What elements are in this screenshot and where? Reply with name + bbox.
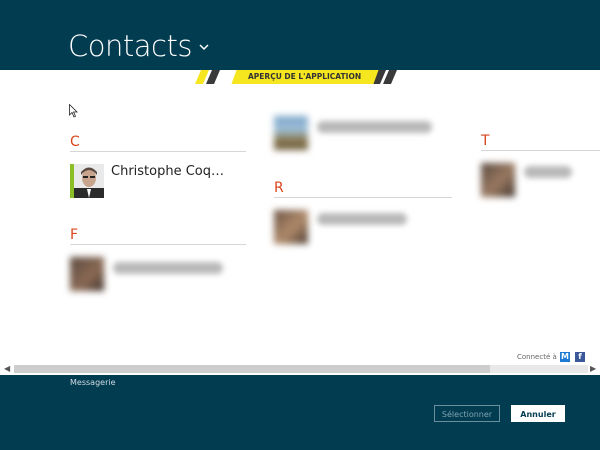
page-title[interactable]: Contacts [68, 28, 192, 64]
avatar [70, 257, 104, 291]
select-button[interactable]: Sélectionner [434, 405, 500, 422]
group-letter-t: T [481, 133, 490, 149]
avatar [274, 116, 308, 150]
contact-name-blurred [524, 166, 572, 178]
scroll-left-arrow-icon[interactable]: ◀ [4, 364, 10, 373]
avatar [274, 210, 308, 244]
contact-tile-christophe[interactable]: Christophe Coq… [70, 164, 246, 200]
contact-name-blurred [317, 213, 407, 225]
group-divider [274, 197, 452, 198]
chevron-down-icon[interactable] [197, 40, 211, 54]
mouse-pointer-icon [69, 104, 78, 118]
contact-name-blurred [317, 121, 432, 133]
group-letter-f: F [70, 227, 79, 243]
group-divider [70, 151, 246, 152]
connected-label: Connecté à [517, 353, 557, 361]
contact-name-blurred [113, 262, 223, 274]
facebook-icon: f [575, 352, 585, 362]
contact-tile-blurred[interactable] [481, 163, 600, 199]
avatar [70, 164, 104, 198]
avatar [481, 163, 515, 197]
group-divider [481, 150, 600, 151]
group-divider [70, 244, 246, 245]
scrollbar-thumb[interactable] [14, 365, 490, 373]
contact-tile-blurred[interactable] [70, 257, 246, 293]
preview-banner-label: APERÇU DE L'APPLICATION [248, 72, 362, 81]
preview-banner: APERÇU DE L'APPLICATION [231, 70, 379, 84]
group-letter-r: R [274, 180, 284, 196]
cancel-button[interactable]: Annuler [511, 405, 565, 422]
scroll-right-arrow-icon[interactable]: ▶ [590, 364, 596, 373]
messenger-icon: M [560, 352, 570, 362]
contact-tile-blurred[interactable] [274, 116, 450, 152]
contact-name: Christophe Coq… [111, 164, 225, 179]
contact-tile-blurred[interactable] [274, 210, 450, 246]
footer-app-name: Messagerie [70, 378, 116, 387]
group-letter-c: C [70, 134, 80, 150]
